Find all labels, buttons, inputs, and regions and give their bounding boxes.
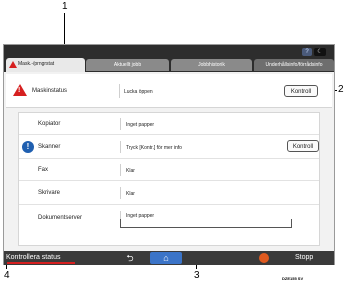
- warning-icon: [9, 61, 17, 68]
- tab-machine-status[interactable]: Mask.-/prngrstat: [6, 58, 85, 72]
- device-status-value: Inget papper: [126, 122, 155, 128]
- tab-current-job[interactable]: Aktuellt jobb: [86, 59, 169, 71]
- control-panel-screen: Mask.-/prngrstat Aktuellt jobb Jobbhisto…: [3, 44, 335, 265]
- tab-job-history[interactable]: Jobbhistorik: [171, 59, 252, 71]
- info-icon: !: [22, 141, 34, 153]
- callout-1: 1: [62, 1, 68, 12]
- callout-4: 4: [4, 270, 10, 281]
- figure-code: DZE155 SV: [282, 276, 304, 281]
- device-row-printer: Skrivare Klar: [19, 181, 319, 205]
- device-status-value: Klar: [126, 191, 135, 197]
- device-label: Skanner: [38, 144, 61, 150]
- tab-maintenance-info[interactable]: Underhållsinfo/förrådsinfo: [254, 59, 334, 71]
- stop-icon: [259, 253, 269, 263]
- tab-label: Mask.-/prngrstat: [18, 61, 55, 67]
- help-icon[interactable]: ?: [302, 48, 312, 56]
- callout-2: 2: [338, 84, 344, 95]
- divider: [120, 118, 121, 130]
- home-icon[interactable]: ⌂: [150, 252, 182, 264]
- divider: [120, 164, 121, 176]
- device-row-fax: Fax Klar: [19, 159, 319, 181]
- stop-button[interactable]: Stopp: [259, 252, 331, 264]
- divider: [120, 141, 121, 153]
- machine-status-row: ! Maskinstatus Lucka öppen Kontroll: [6, 74, 332, 108]
- device-status-panel: Kopiator Inget papper ! Skanner Tryck [K…: [18, 112, 320, 246]
- bottom-bar: Kontrollera status ⮌ ⌂ Stopp: [4, 251, 334, 265]
- device-row-copier: Kopiator Inget papper: [19, 113, 319, 135]
- tab-bar: Mask.-/prngrstat Aktuellt jobb Jobbhisto…: [4, 45, 334, 72]
- callout-3: 3: [194, 270, 200, 281]
- machine-status-check-button[interactable]: Kontroll: [284, 85, 318, 97]
- night-mode-icon[interactable]: ☾: [314, 48, 326, 56]
- device-label: Fax: [38, 167, 49, 173]
- device-label: Skrivare: [38, 190, 61, 196]
- tab-label: Jobbhistorik: [198, 62, 225, 68]
- back-icon[interactable]: ⮌: [114, 252, 146, 264]
- warning-icon: !: [13, 84, 27, 96]
- device-label: Dokumentserver: [38, 215, 83, 221]
- machine-status-label: Maskinstatus: [32, 88, 68, 94]
- machine-status-value: Lucka öppen: [124, 89, 153, 95]
- device-label: Kopiator: [38, 121, 61, 127]
- scanner-check-button[interactable]: Kontroll: [287, 140, 319, 152]
- device-row-document-server: Dokumentserver Inget papper: [19, 205, 319, 231]
- tab-label: Underhållsinfo/förrådsinfo: [265, 62, 323, 68]
- status-bracket: [120, 219, 292, 228]
- stop-label: Stopp: [295, 254, 314, 261]
- device-status-value: Tryck [Kontr.] för mer info: [126, 145, 182, 151]
- status-alert-indicator: [7, 262, 75, 264]
- device-status-value: Klar: [126, 168, 135, 174]
- device-row-scanner: ! Skanner Tryck [Kontr.] för mer info Ko…: [19, 135, 319, 159]
- divider: [120, 187, 121, 199]
- divider: [119, 84, 120, 98]
- tab-label: Aktuellt jobb: [113, 62, 142, 68]
